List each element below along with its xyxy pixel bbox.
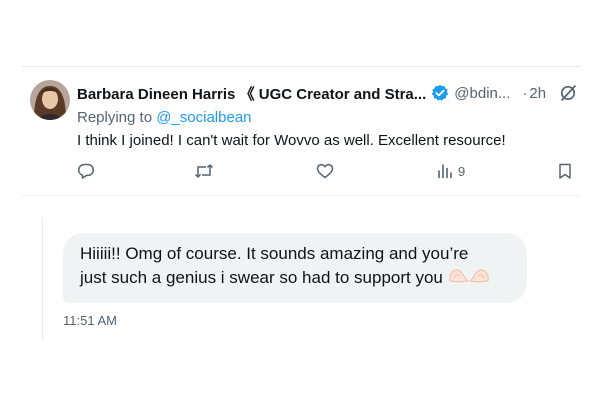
replying-to-prefix: Replying to	[77, 109, 153, 126]
tweet-time[interactable]: 2h	[529, 85, 546, 102]
views-icon	[436, 162, 454, 180]
verified-badge-icon	[431, 84, 449, 102]
retweet-icon	[194, 162, 214, 180]
grok-icon[interactable]	[559, 84, 577, 102]
message-line-1: Hiiiii!! Omg of course. It sounds amazin…	[80, 244, 469, 263]
author-name[interactable]: Barbara Dineen Harris 《 UGC Creator and …	[77, 83, 426, 104]
retweet-button[interactable]	[194, 162, 214, 180]
like-button[interactable]	[316, 162, 334, 180]
views-count: 9	[458, 163, 466, 179]
message-line-2-text: just such a genius i swear so had to sup…	[80, 268, 443, 287]
tweet-text: I think I joined! I can't wait for Wovvo…	[77, 132, 506, 149]
bookmark-icon	[556, 162, 574, 180]
bottom-divider	[21, 195, 580, 196]
separator-dot: ·	[522, 84, 528, 102]
tweet-header: Barbara Dineen Harris 《 UGC Creator and …	[77, 83, 577, 103]
replying-to-mention[interactable]: @_socialbean	[156, 109, 251, 126]
replying-to-line: Replying to @_socialbean	[77, 109, 252, 126]
message-line-2: just such a genius i swear so had to sup…	[80, 266, 511, 291]
reply-button[interactable]	[77, 162, 95, 180]
message-timestamp: 11:51 AM	[63, 313, 117, 328]
views-button[interactable]: 9	[436, 162, 465, 180]
top-divider	[21, 66, 580, 67]
bookmark-button[interactable]	[556, 162, 574, 180]
avatar[interactable]	[30, 80, 70, 120]
tweet-card[interactable]: Barbara Dineen Harris 《 UGC Creator and …	[21, 66, 580, 196]
message-bubble[interactable]: Hiiiii!! Omg of course. It sounds amazin…	[63, 233, 527, 303]
heart-hands-icon	[448, 266, 490, 291]
reply-icon	[77, 162, 95, 180]
thread-line	[42, 218, 43, 340]
author-handle[interactable]: @bdin...	[454, 85, 510, 102]
heart-icon	[316, 162, 334, 180]
